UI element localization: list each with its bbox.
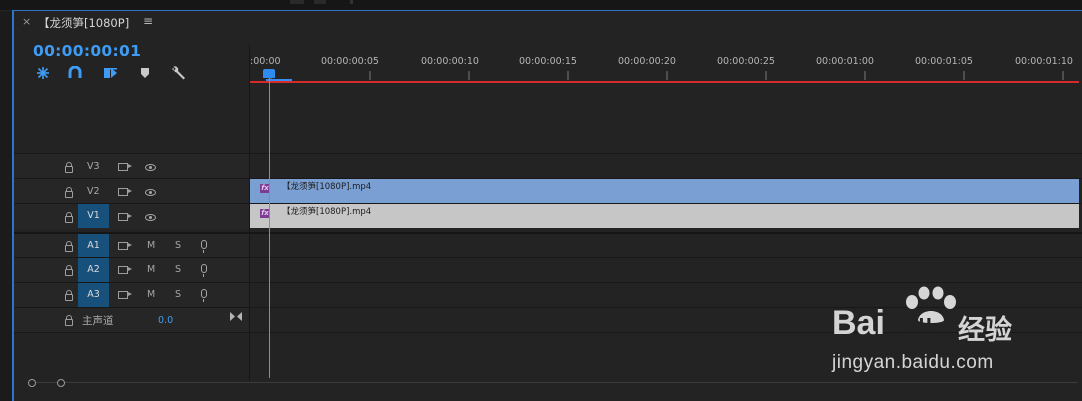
solo-button[interactable]: S	[175, 240, 181, 251]
watermark-brand: Bai	[832, 304, 885, 342]
tab-close-button[interactable]: ×	[22, 15, 31, 28]
clip-name: 【龙须笋[1080P].mp4	[282, 207, 372, 217]
linked-selection-icon[interactable]	[67, 65, 83, 81]
master-volume[interactable]: 0.0	[158, 315, 173, 326]
video-clip-v1[interactable]: fx 【龙须笋[1080P].mp4	[250, 204, 1079, 228]
track-v3: V3	[14, 153, 1082, 179]
go-to-in-out-icon[interactable]	[230, 312, 242, 321]
playhead-timecode[interactable]: 00:00:00:01	[33, 42, 141, 60]
lock-icon[interactable]	[65, 212, 73, 223]
watermark-url: jingyan.baidu.com	[832, 352, 994, 373]
mic-icon[interactable]	[201, 240, 207, 253]
master-label: 主声道	[82, 315, 114, 327]
snap-icon[interactable]	[35, 65, 51, 81]
panel-menu-icon[interactable]: ≡	[143, 14, 153, 28]
track-name: V1	[87, 210, 100, 221]
top-strip-divider	[350, 0, 353, 4]
lock-icon[interactable]	[65, 290, 73, 301]
solo-button[interactable]: S	[175, 264, 181, 275]
track-name[interactable]: V3	[87, 161, 100, 172]
mic-icon[interactable]	[201, 289, 207, 302]
top-strip-segment	[314, 0, 326, 4]
video-clip-v2[interactable]: fx 【龙须笋[1080P].mp4	[250, 179, 1079, 203]
tab-bar	[14, 11, 1082, 37]
baidu-watermark: Bai du 经验 jingyan.baidu.com	[832, 286, 1072, 386]
lock-icon[interactable]	[65, 162, 73, 173]
track-target-v1[interactable]: V1	[78, 204, 109, 228]
playhead-handle[interactable]	[263, 69, 275, 78]
track-target-a3[interactable]: A3	[78, 283, 109, 307]
eye-icon[interactable]	[145, 189, 156, 196]
sequence-tab-title[interactable]: 【龙须笋[1080P]	[38, 15, 129, 31]
top-strip-segment	[290, 0, 304, 4]
clip-name: 【龙须笋[1080P].mp4	[282, 182, 372, 192]
eye-icon[interactable]	[145, 214, 156, 221]
sync-lock-icon[interactable]	[118, 213, 132, 221]
zoom-handle-right[interactable]	[57, 379, 65, 387]
sync-lock-icon[interactable]	[118, 163, 132, 171]
track-name: A3	[87, 289, 100, 300]
marker-icon[interactable]	[137, 65, 153, 81]
eye-icon[interactable]	[145, 164, 156, 171]
watermark-brand-du: du	[905, 310, 932, 335]
ruler-label: 00:00:00:25	[717, 56, 775, 67]
mute-button[interactable]: M	[147, 240, 155, 251]
ruler-label: 00:00:00:20	[618, 56, 676, 67]
ruler-label: :00:00	[250, 56, 281, 67]
mic-icon[interactable]	[201, 264, 207, 277]
ruler-label: 00:00:01:05	[915, 56, 973, 67]
ruler-ticks	[270, 71, 1064, 80]
lock-icon[interactable]	[65, 241, 73, 252]
track-name[interactable]: V2	[87, 186, 100, 197]
work-area-bar[interactable]	[250, 81, 1079, 83]
sync-lock-icon[interactable]	[118, 242, 132, 250]
mute-button[interactable]: M	[147, 289, 155, 300]
mute-button[interactable]: M	[147, 264, 155, 275]
sync-lock-icon[interactable]	[118, 291, 132, 299]
lock-icon[interactable]	[65, 265, 73, 276]
ruler-label: 00:00:00:05	[321, 56, 379, 67]
ruler-label: 00:00:01:00	[816, 56, 874, 67]
sync-lock-icon[interactable]	[118, 188, 132, 196]
wrench-icon[interactable]	[170, 65, 186, 81]
lock-icon[interactable]	[65, 187, 73, 198]
ruler-label: 00:00:01:10	[1015, 56, 1073, 67]
playhead-line	[269, 78, 270, 378]
track-name: A1	[87, 240, 100, 251]
ruler-label: 00:00:00:15	[519, 56, 577, 67]
add-edit-icon[interactable]	[102, 65, 118, 81]
watermark-cn: 经验	[958, 315, 1012, 346]
ruler-label: 00:00:00:10	[421, 56, 479, 67]
lock-icon[interactable]	[65, 315, 73, 326]
track-a2: A2 M S	[14, 257, 1082, 283]
sync-lock-icon[interactable]	[118, 266, 132, 274]
track-a1: A1 M S	[14, 232, 1082, 259]
track-target-a2[interactable]: A2	[78, 258, 109, 282]
zoom-handle-left[interactable]	[28, 379, 36, 387]
solo-button[interactable]: S	[175, 289, 181, 300]
track-target-a1[interactable]: A1	[78, 234, 109, 258]
track-name: A2	[87, 264, 100, 275]
track-header	[14, 308, 249, 333]
